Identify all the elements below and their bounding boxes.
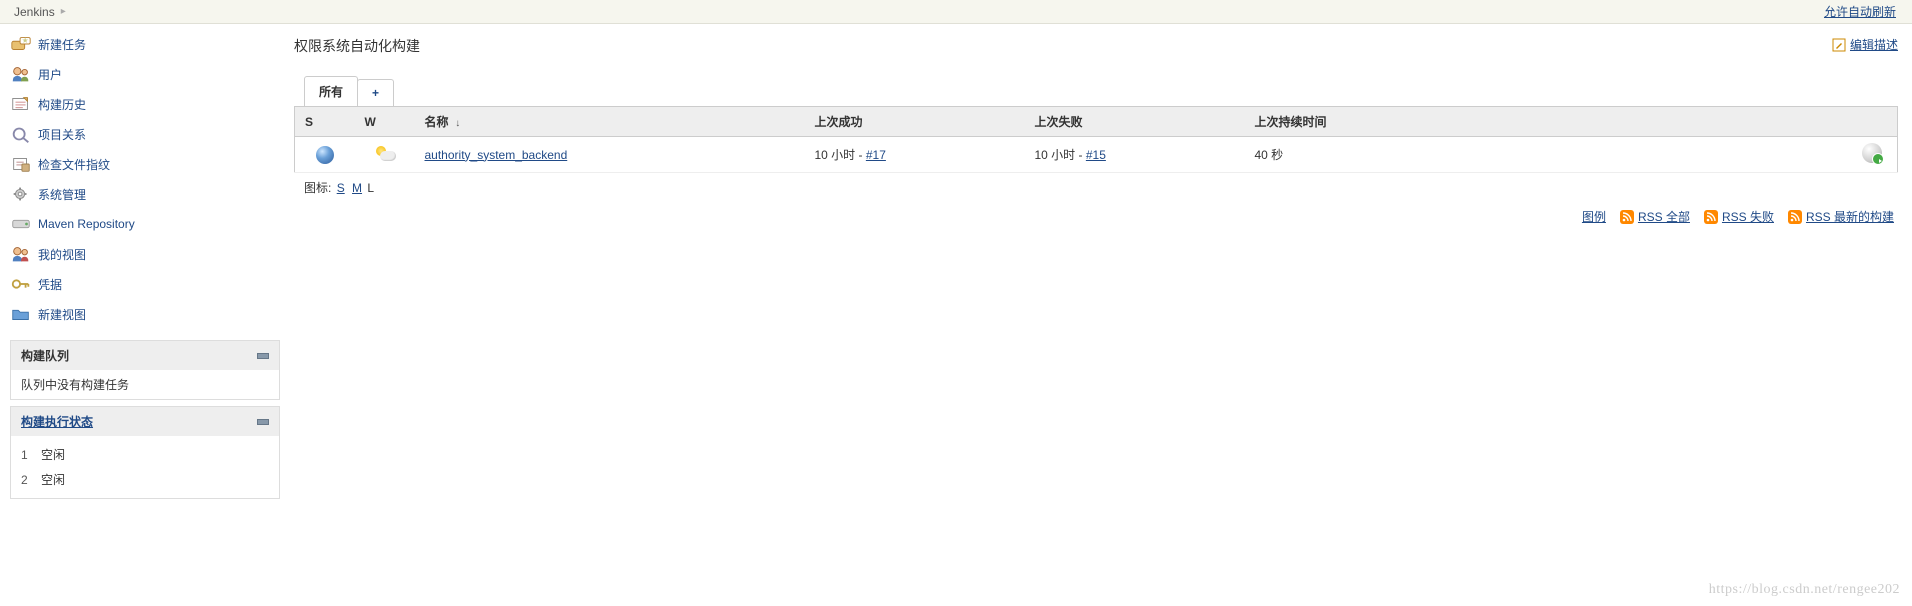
folder-plus-icon xyxy=(10,305,32,323)
sidebar-item-label: 我的视图 xyxy=(38,246,86,263)
sidebar-item-myview[interactable]: 我的视图 xyxy=(10,242,280,266)
key-icon xyxy=(10,275,32,293)
sidebar-item-history[interactable]: 构建历史 xyxy=(10,92,280,116)
relations-icon xyxy=(10,125,32,143)
col-name[interactable]: 名称 ↓ xyxy=(415,107,805,137)
sidebar-item-label: 新建任务 xyxy=(38,36,86,53)
icon-size-row: 图标: S M L xyxy=(294,179,1898,196)
executor-status: 空闲 xyxy=(41,446,65,463)
col-build xyxy=(1848,107,1898,137)
breadcrumb-root[interactable]: Jenkins xyxy=(8,5,61,19)
weather-icon[interactable] xyxy=(374,144,396,162)
main-panel: 权限系统自动化构建 编辑描述 所有 + S W 名称 ↓ 上次成功 上次失败 xyxy=(280,24,1912,505)
rss-icon xyxy=(1620,210,1634,224)
breadcrumb-bar: Jenkins ▸ 允许自动刷新 xyxy=(0,0,1912,24)
job-name-link[interactable]: authority_system_backend xyxy=(425,148,568,162)
job-table: S W 名称 ↓ 上次成功 上次失败 上次持续时间 authority_syst… xyxy=(294,106,1898,173)
sidebar-task-list: ★ 新建任务 用户 构建历史 xyxy=(10,32,280,326)
sidebar-item-new-item[interactable]: ★ 新建任务 xyxy=(10,32,280,56)
auto-refresh-link[interactable]: 允许自动刷新 xyxy=(1824,3,1904,20)
col-status[interactable]: S xyxy=(295,107,355,137)
svg-text:★: ★ xyxy=(21,38,28,45)
executor-num: 2 xyxy=(21,473,41,487)
edit-description-link[interactable]: 编辑描述 xyxy=(1832,36,1898,53)
icon-size-l: L xyxy=(367,181,374,195)
icon-size-s[interactable]: S xyxy=(337,181,345,195)
build-queue-panel: 构建队列 队列中没有构建任务 xyxy=(10,340,280,400)
last-success-link[interactable]: #17 xyxy=(866,148,886,162)
sidebar-item-newview[interactable]: 新建视图 xyxy=(10,302,280,326)
page-title: 权限系统自动化构建 xyxy=(294,36,420,56)
executor-panel: 构建执行状态 1 空闲 2 空闲 xyxy=(10,406,280,499)
executor-status: 空闲 xyxy=(41,471,65,488)
status-ball-icon[interactable] xyxy=(316,146,334,164)
col-weather[interactable]: W xyxy=(355,107,415,137)
sidebar-item-label: 构建历史 xyxy=(38,96,86,113)
icon-size-m[interactable]: M xyxy=(352,181,362,195)
footer-links: 图例 RSS 全部 RSS 失败 RSS 最新的构建 xyxy=(294,208,1898,225)
col-duration[interactable]: 上次持续时间 xyxy=(1245,107,1848,137)
col-last-failure[interactable]: 上次失败 xyxy=(1025,107,1245,137)
sidebar-item-label: 检查文件指纹 xyxy=(38,156,110,173)
executor-row: 2 空闲 xyxy=(21,467,269,492)
last-failure-link[interactable]: #15 xyxy=(1086,148,1106,162)
chevron-right-icon: ▸ xyxy=(61,6,66,17)
sidebar-item-label: 凭据 xyxy=(38,276,62,293)
collapse-icon[interactable] xyxy=(257,419,269,425)
history-icon xyxy=(10,95,32,113)
legend-link[interactable]: 图例 xyxy=(1582,208,1606,225)
edit-description-label: 编辑描述 xyxy=(1850,36,1898,53)
rss-latest-link[interactable]: RSS 最新的构建 xyxy=(1806,208,1894,225)
people-icon xyxy=(10,65,32,83)
sidebar-item-fingerprint[interactable]: 检查文件指纹 xyxy=(10,152,280,176)
fingerprint-icon xyxy=(10,155,32,173)
last-failure-text: 10 小时 - xyxy=(1035,148,1086,162)
sidebar-item-label: 项目关系 xyxy=(38,126,86,143)
table-row: authority_system_backend 10 小时 - #17 10 … xyxy=(295,137,1898,173)
rss-all-link[interactable]: RSS 全部 xyxy=(1638,208,1690,225)
last-success-text: 10 小时 - xyxy=(815,148,866,162)
sidebar-item-label: 新建视图 xyxy=(38,306,86,323)
rss-icon xyxy=(1788,210,1802,224)
build-queue-title: 构建队列 xyxy=(21,347,69,364)
executor-num: 1 xyxy=(21,448,41,462)
collapse-icon[interactable] xyxy=(257,353,269,359)
icon-size-label: 图标: xyxy=(304,181,331,195)
new-item-icon: ★ xyxy=(10,35,32,53)
tab-all[interactable]: 所有 xyxy=(304,76,358,106)
sidebar-item-label: 用户 xyxy=(38,66,62,83)
sidebar-item-label: Maven Repository xyxy=(38,217,135,231)
watermark: https://blog.csdn.net/rengee202 xyxy=(1709,582,1900,598)
sort-down-icon: ↓ xyxy=(453,118,461,129)
gear-icon xyxy=(10,185,32,203)
sidebar-item-maven[interactable]: Maven Repository xyxy=(10,212,280,236)
sidebar-item-relations[interactable]: 项目关系 xyxy=(10,122,280,146)
myview-icon xyxy=(10,245,32,263)
pencil-icon xyxy=(1832,38,1846,52)
col-last-success[interactable]: 上次成功 xyxy=(805,107,1025,137)
tab-add[interactable]: + xyxy=(357,79,394,106)
duration-text: 40 秒 xyxy=(1255,148,1284,162)
drive-icon xyxy=(10,215,32,233)
executor-row: 1 空闲 xyxy=(21,442,269,467)
executor-title[interactable]: 构建执行状态 xyxy=(21,415,93,429)
sidebar-item-manage[interactable]: 系统管理 xyxy=(10,182,280,206)
sidebar: ★ 新建任务 用户 构建历史 xyxy=(0,24,280,505)
sidebar-item-people[interactable]: 用户 xyxy=(10,62,280,86)
rss-icon xyxy=(1704,210,1718,224)
sidebar-item-label: 系统管理 xyxy=(38,186,86,203)
sidebar-item-credentials[interactable]: 凭据 xyxy=(10,272,280,296)
build-queue-body: 队列中没有构建任务 xyxy=(11,370,279,399)
schedule-build-icon[interactable] xyxy=(1862,143,1882,163)
rss-fail-link[interactable]: RSS 失败 xyxy=(1722,208,1774,225)
view-tabs: 所有 + xyxy=(304,76,1898,106)
